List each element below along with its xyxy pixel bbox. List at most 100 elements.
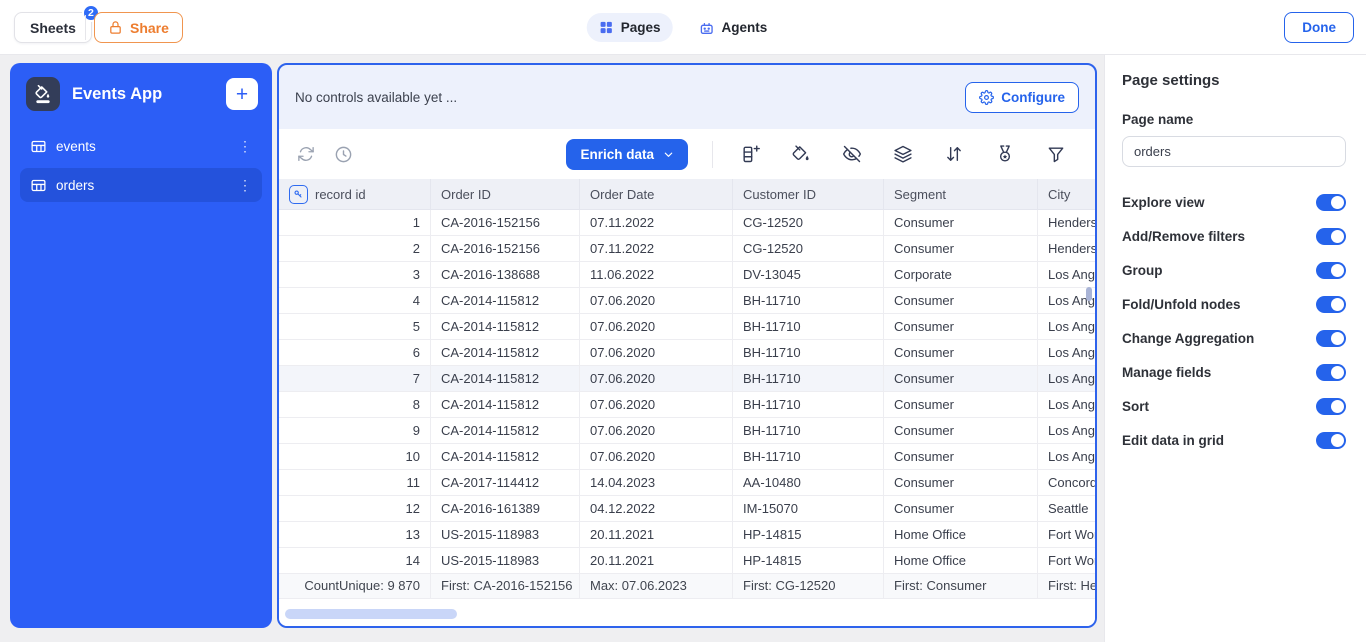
configure-button[interactable]: Configure <box>965 81 1079 113</box>
table-cell[interactable]: CA-2014-115812 <box>431 444 580 469</box>
table-cell[interactable]: BH-11710 <box>733 444 884 469</box>
toggle-switch[interactable] <box>1316 431 1346 449</box>
table-cell[interactable]: CG-12520 <box>733 210 884 235</box>
toggle-switch[interactable] <box>1316 295 1346 313</box>
toggle-switch[interactable] <box>1316 261 1346 279</box>
table-cell[interactable]: 9 <box>279 418 431 443</box>
table-cell[interactable]: CA-2014-115812 <box>431 366 580 391</box>
toggle-switch[interactable] <box>1316 363 1346 381</box>
table-cell[interactable]: Henderson <box>1038 210 1095 235</box>
aggregation-cell[interactable]: First: CG-12520 <box>733 574 884 598</box>
table-cell[interactable]: 07.06.2020 <box>580 444 733 469</box>
kebab-menu-icon[interactable]: ⋮ <box>238 139 252 153</box>
fill-color-icon[interactable] <box>791 144 811 164</box>
toggle-switch[interactable] <box>1316 329 1346 347</box>
table-cell[interactable]: Fort Worth <box>1038 522 1095 547</box>
table-cell[interactable]: Los Angeles <box>1038 444 1095 469</box>
table-cell[interactable]: CA-2014-115812 <box>431 288 580 313</box>
table-row[interactable]: 7 CA-2014-115812 07.06.2020 BH-11710 Consume… <box>279 366 1095 392</box>
aggregation-cell[interactable]: First: CA-2016-152156 <box>431 574 580 598</box>
sort-icon[interactable] <box>944 144 964 164</box>
table-row[interactable]: 6 CA-2014-115812 07.06.2020 BH-11710 Consume… <box>279 340 1095 366</box>
table-row[interactable]: 11 CA-2017-114412 14.04.2023 AA-10480 Consum… <box>279 470 1095 496</box>
table-cell[interactable]: Corporate <box>884 262 1038 287</box>
table-row[interactable]: 2 CA-2016-152156 07.11.2022 CG-12520 Consume… <box>279 236 1095 262</box>
aggregation-cell[interactable]: First: Consumer <box>884 574 1038 598</box>
table-cell[interactable]: CA-2016-152156 <box>431 236 580 261</box>
table-cell[interactable]: 14 <box>279 548 431 573</box>
table-cell[interactable]: CA-2014-115812 <box>431 340 580 365</box>
table-cell[interactable]: 5 <box>279 314 431 339</box>
toggle-switch[interactable] <box>1316 193 1346 211</box>
column-header-city[interactable]: City <box>1038 179 1095 209</box>
table-cell[interactable]: 7 <box>279 366 431 391</box>
table-cell[interactable]: BH-11710 <box>733 288 884 313</box>
table-cell[interactable]: CA-2014-115812 <box>431 418 580 443</box>
table-cell[interactable]: 12 <box>279 496 431 521</box>
table-cell[interactable]: 07.06.2020 <box>580 288 733 313</box>
table-row[interactable]: 12 CA-2016-161389 04.12.2022 IM-15070 Consum… <box>279 496 1095 522</box>
table-cell[interactable]: Consumer <box>884 418 1038 443</box>
table-cell[interactable]: Los Angeles <box>1038 392 1095 417</box>
table-row[interactable]: 10 CA-2014-115812 07.06.2020 BH-11710 Consum… <box>279 444 1095 470</box>
table-cell[interactable]: 10 <box>279 444 431 469</box>
table-cell[interactable]: 8 <box>279 392 431 417</box>
table-cell[interactable]: 13 <box>279 522 431 547</box>
table-cell[interactable]: BH-11710 <box>733 340 884 365</box>
table-cell[interactable]: 3 <box>279 262 431 287</box>
vertical-scrollbar-thumb[interactable] <box>1086 287 1092 301</box>
column-header-record-id[interactable]: record id <box>279 179 431 209</box>
table-cell[interactable]: 1 <box>279 210 431 235</box>
tab-pages[interactable]: Pages <box>586 13 673 42</box>
column-header-order-date[interactable]: Order Date <box>580 179 733 209</box>
table-cell[interactable]: CA-2016-152156 <box>431 210 580 235</box>
page-name-input[interactable] <box>1122 136 1346 167</box>
table-cell[interactable]: 4 <box>279 288 431 313</box>
table-row[interactable]: 5 CA-2014-115812 07.06.2020 BH-11710 Consume… <box>279 314 1095 340</box>
table-cell[interactable]: BH-11710 <box>733 314 884 339</box>
table-cell[interactable]: Consumer <box>884 392 1038 417</box>
hide-fields-icon[interactable] <box>842 144 862 164</box>
table-cell[interactable]: 07.06.2020 <box>580 392 733 417</box>
table-cell[interactable]: Home Office <box>884 548 1038 573</box>
toggle-switch[interactable] <box>1316 397 1346 415</box>
toggle-switch[interactable] <box>1316 227 1346 245</box>
table-cell[interactable]: 07.06.2020 <box>580 366 733 391</box>
table-cell[interactable]: 07.11.2022 <box>580 236 733 261</box>
aggregation-cell[interactable]: Max: 07.06.2023 <box>580 574 733 598</box>
table-cell[interactable]: BH-11710 <box>733 418 884 443</box>
done-button[interactable]: Done <box>1284 12 1354 43</box>
table-cell[interactable]: Consumer <box>884 496 1038 521</box>
table-cell[interactable]: Los Angeles <box>1038 262 1095 287</box>
column-header-order-id[interactable]: Order ID <box>431 179 580 209</box>
table-cell[interactable]: Consumer <box>884 340 1038 365</box>
sheets-button[interactable]: Sheets 2 <box>14 4 100 43</box>
table-cell[interactable]: Fort Worth <box>1038 548 1095 573</box>
table-cell[interactable]: CG-12520 <box>733 236 884 261</box>
table-cell[interactable]: HP-14815 <box>733 522 884 547</box>
enrich-data-button[interactable]: Enrich data <box>566 138 688 170</box>
table-cell[interactable]: AA-10480 <box>733 470 884 495</box>
aggregation-cell[interactable]: First: Henderson <box>1038 574 1095 598</box>
table-cell[interactable]: 20.11.2021 <box>580 548 733 573</box>
add-page-button[interactable]: + <box>226 78 258 110</box>
table-cell[interactable]: Consumer <box>884 288 1038 313</box>
table-cell[interactable]: Consumer <box>884 314 1038 339</box>
table-cell[interactable]: CA-2014-115812 <box>431 392 580 417</box>
table-row[interactable]: 14 US-2015-118983 20.11.2021 HP-14815 Home O… <box>279 548 1095 574</box>
table-cell[interactable]: US-2015-118983 <box>431 548 580 573</box>
table-cell[interactable]: 11 <box>279 470 431 495</box>
add-column-icon[interactable] <box>740 144 760 164</box>
table-cell[interactable]: BH-11710 <box>733 392 884 417</box>
sidebar-item-events[interactable]: events ⋮ <box>20 129 262 163</box>
table-cell[interactable]: 07.06.2020 <box>580 418 733 443</box>
table-cell[interactable]: Concord <box>1038 470 1095 495</box>
table-row[interactable]: 8 CA-2014-115812 07.06.2020 BH-11710 Consume… <box>279 392 1095 418</box>
table-cell[interactable]: 07.06.2020 <box>580 314 733 339</box>
table-cell[interactable]: IM-15070 <box>733 496 884 521</box>
table-cell[interactable]: CA-2016-138688 <box>431 262 580 287</box>
table-cell[interactable]: 11.06.2022 <box>580 262 733 287</box>
table-row[interactable]: 3 CA-2016-138688 11.06.2022 DV-13045 Corpora… <box>279 262 1095 288</box>
refresh-icon[interactable] <box>297 145 315 163</box>
table-cell[interactable]: Los Angeles <box>1038 366 1095 391</box>
